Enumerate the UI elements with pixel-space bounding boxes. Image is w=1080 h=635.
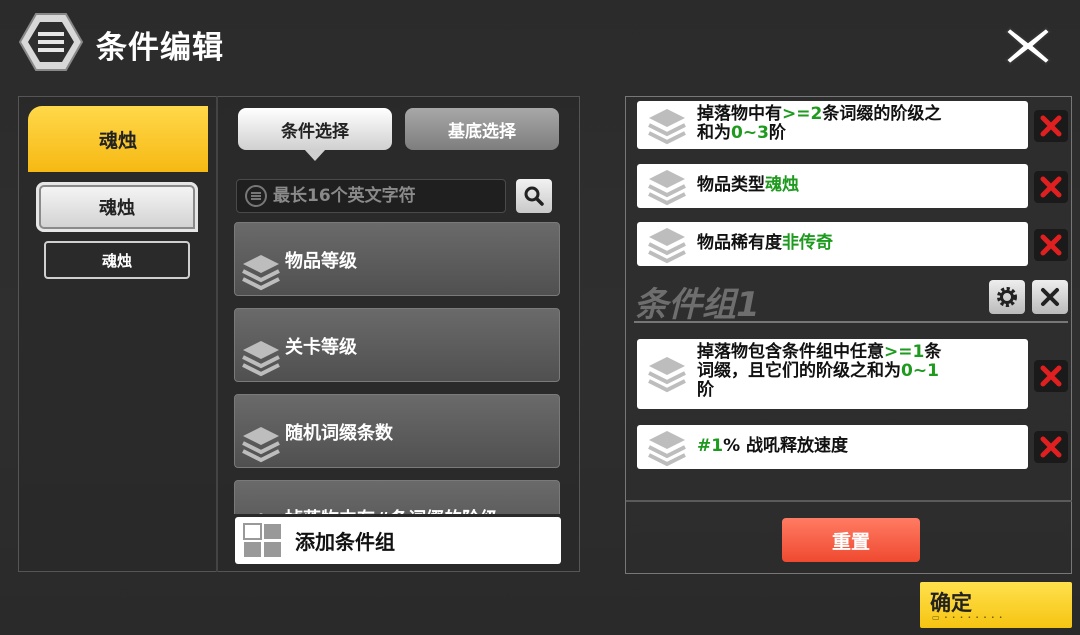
panel-divider (216, 96, 218, 572)
rule-card[interactable]: 掉落物中有>=2条词缀的阶级之 和为0~3阶 (637, 101, 1028, 149)
reset-button[interactable]: 重置 (782, 518, 920, 562)
delete-icon (1040, 115, 1062, 137)
category-selected[interactable]: 魂烛 (28, 106, 208, 172)
list-item-label: 随机词缀条数 (285, 423, 393, 444)
confirm-button[interactable]: 确定 ▭ · · · · · · · · (920, 582, 1072, 628)
delete-rule-button[interactable] (1034, 229, 1068, 261)
layers-icon (242, 341, 280, 377)
list-item-label: 掉落物中有#条词缀的阶级 (285, 505, 498, 514)
bottom-divider (626, 500, 1072, 502)
search-input[interactable] (273, 186, 493, 206)
app-logo (18, 12, 84, 72)
delete-rule-button[interactable] (1034, 431, 1068, 463)
close-icon (1004, 26, 1052, 66)
close-icon (1041, 288, 1059, 306)
rule-text: #1% 战吼释放速度 (697, 436, 849, 456)
add-group-label: 添加条件组 (295, 530, 395, 554)
list-item-label: 物品等级 (285, 251, 357, 272)
list-item[interactable]: 掉落物中有#条词缀的阶级 (234, 480, 560, 514)
close-button[interactable] (1000, 20, 1056, 72)
rule-text: 掉落物包含条件组中任意>=1条 词缀，且它们的阶级之和为0~1 阶 (697, 342, 942, 400)
layers-icon (648, 357, 686, 393)
tab-condition-select[interactable]: 条件选择 (238, 108, 392, 150)
delete-icon (1040, 176, 1062, 198)
layers-icon (648, 228, 686, 264)
rule-card[interactable]: 掉落物包含条件组中任意>=1条 词缀，且它们的阶级之和为0~1 阶 (637, 339, 1028, 409)
delete-rule-button[interactable] (1034, 360, 1068, 392)
tab-pointer-icon (304, 149, 326, 161)
condition-group-title: 条件组1 (634, 285, 760, 325)
delete-icon (1040, 436, 1062, 458)
condition-list[interactable]: 物品等级 关卡等级 随机词缀条数 掉落物中有#条词缀的阶级 (234, 222, 562, 514)
page-title: 条件编辑 (96, 30, 224, 66)
delete-icon (1040, 234, 1062, 256)
grid-icon (243, 522, 281, 557)
gear-icon (997, 287, 1017, 307)
category-sub-item-2[interactable]: 魂烛 (44, 241, 190, 279)
group-divider (634, 321, 1068, 323)
group-remove-button[interactable] (1032, 280, 1068, 314)
group-settings-button[interactable] (989, 280, 1025, 314)
rule-text: 掉落物中有>=2条词缀的阶级之 和为0~3阶 (697, 104, 942, 143)
list-item[interactable]: 关卡等级 (234, 308, 560, 382)
delete-rule-button[interactable] (1034, 171, 1068, 203)
layers-icon (648, 431, 686, 467)
search-icon (524, 186, 544, 206)
tab-base-select[interactable]: 基底选择 (405, 108, 559, 150)
rule-text: 物品类型魂烛 (697, 175, 799, 195)
layers-icon (648, 170, 686, 206)
delete-rule-button[interactable] (1034, 110, 1068, 142)
add-condition-group-button[interactable]: 添加条件组 (235, 517, 561, 564)
decorative-dots-icon: ▭ · · · · · · · · (932, 613, 1004, 622)
search-field[interactable] (236, 179, 506, 213)
rule-card[interactable]: #1% 战吼释放速度 (637, 425, 1028, 469)
layers-icon (259, 513, 263, 514)
rule-text: 物品稀有度非传奇 (697, 233, 833, 253)
search-button[interactable] (516, 179, 552, 213)
layers-icon (242, 255, 280, 291)
confirm-label: 确定 (930, 591, 972, 615)
rule-card[interactable]: 物品类型魂烛 (637, 164, 1028, 208)
delete-icon (1040, 365, 1062, 387)
category-sub-item-1[interactable]: 魂烛 (36, 182, 198, 232)
list-item[interactable]: 随机词缀条数 (234, 394, 560, 468)
list-icon (245, 185, 267, 207)
list-item-label: 关卡等级 (285, 337, 357, 358)
rule-card[interactable]: 物品稀有度非传奇 (637, 222, 1028, 266)
list-item[interactable]: 物品等级 (234, 222, 560, 296)
hexagon-menu-icon (18, 13, 84, 71)
layers-icon (648, 109, 686, 145)
layers-icon (242, 427, 280, 463)
